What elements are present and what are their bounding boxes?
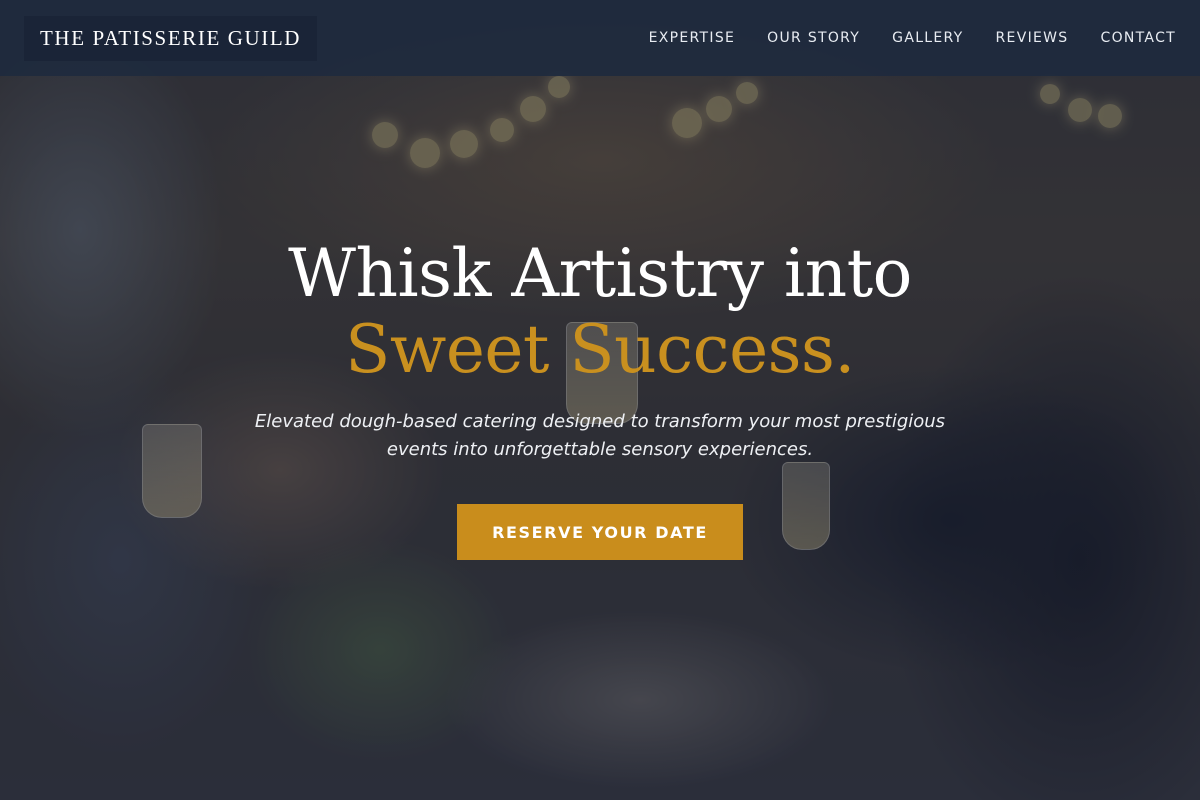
- nav-link-contact[interactable]: CONTACT: [1101, 30, 1177, 46]
- nav-link-expertise[interactable]: EXPERTISE: [649, 30, 736, 46]
- hero-section: Whisk Artistry into Sweet Success. Eleva…: [0, 0, 1200, 800]
- nav-link-our-story[interactable]: OUR STORY: [767, 30, 860, 46]
- nav-menu: EXPERTISE OUR STORY GALLERY REVIEWS CONT…: [617, 30, 1176, 46]
- hero-headline-line2: Sweet Success.: [345, 311, 855, 388]
- hero-headline: Whisk Artistry into Sweet Success.: [0, 236, 1200, 388]
- hero-headline-line1: Whisk Artistry into: [288, 235, 912, 312]
- reserve-date-button[interactable]: RESERVE YOUR DATE: [457, 504, 743, 560]
- hero-tagline: Elevated dough-based catering designed t…: [254, 411, 946, 460]
- brand-logo-link[interactable]: THE PATISSERIE GUILD: [24, 15, 318, 61]
- nav-link-reviews[interactable]: REVIEWS: [996, 30, 1069, 46]
- top-navbar: THE PATISSERIE GUILD EXPERTISE OUR STORY…: [0, 0, 1200, 76]
- nav-link-gallery[interactable]: GALLERY: [892, 30, 963, 46]
